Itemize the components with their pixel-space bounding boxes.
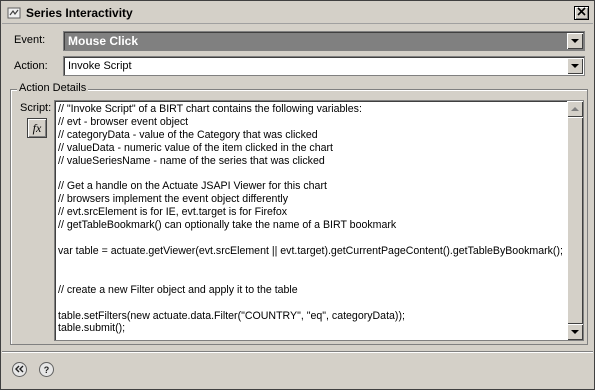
script-line: table.setFilters(new actuate.data.Filter… <box>58 309 405 322</box>
script-editor[interactable]: // "Invoke Script" of a BIRT chart conta… <box>54 100 584 341</box>
action-label: Action: <box>14 60 48 72</box>
script-line <box>58 297 563 310</box>
event-dropdown-button[interactable] <box>567 33 583 49</box>
help-button[interactable]: ? <box>39 362 54 377</box>
vertical-scrollbar[interactable] <box>567 101 583 340</box>
close-button[interactable] <box>574 6 589 20</box>
chevron-down-icon <box>571 60 579 72</box>
arrow-up-icon <box>571 103 579 115</box>
script-line: var table = actuate.getViewer(evt.srcEle… <box>58 244 563 257</box>
script-line: // Get a handle on the Actuate JSAPI Vie… <box>58 180 327 193</box>
arrow-down-icon <box>571 326 579 338</box>
back-button[interactable] <box>12 362 27 377</box>
close-icon <box>577 7 586 19</box>
double-chevron-left-icon <box>15 365 24 375</box>
footer-separator <box>2 351 593 353</box>
expression-builder-button[interactable]: fx <box>27 118 47 138</box>
action-details-title: Action Details <box>17 82 89 94</box>
action-value: Invoke Script <box>68 60 132 72</box>
action-details-group: Action Details Script: fx // "Invoke Scr… <box>10 82 588 345</box>
script-line: // valueData - numeric value of the item… <box>58 141 333 154</box>
scroll-down-button[interactable] <box>567 324 583 340</box>
script-line: table.submit(); <box>58 322 126 335</box>
script-line: // getTableBookmark() can optionally tak… <box>58 219 397 232</box>
script-line <box>58 271 563 284</box>
series-interactivity-dialog: Series Interactivity Event: Mouse Click … <box>0 0 595 390</box>
script-text[interactable]: // "Invoke Script" of a BIRT chart conta… <box>58 103 563 335</box>
title-bar: Series Interactivity <box>2 2 593 24</box>
script-line: // "Invoke Script" of a BIRT chart conta… <box>58 103 362 115</box>
action-dropdown-button[interactable] <box>567 58 583 74</box>
script-line <box>58 258 563 271</box>
chevron-down-icon <box>571 35 579 47</box>
event-combo[interactable]: Mouse Click <box>63 31 585 51</box>
script-line: // valueSeriesName - name of the series … <box>58 154 325 167</box>
help-icon: ? <box>43 364 50 375</box>
script-label: Script: <box>20 102 52 114</box>
event-label: Event: <box>14 34 46 46</box>
script-line: // evt - browser event object <box>58 115 189 128</box>
script-line: // browsers implement the event object d… <box>58 193 289 206</box>
script-line: // evt.srcElement is for IE, evt.target … <box>58 206 288 219</box>
fx-icon: fx <box>32 120 42 135</box>
scroll-thumb[interactable] <box>567 117 583 324</box>
scroll-up-button[interactable] <box>567 101 583 117</box>
script-line <box>58 232 563 245</box>
series-interactivity-icon <box>7 6 21 20</box>
script-line <box>58 168 563 181</box>
script-line: // create a new Filter object and apply … <box>58 283 298 296</box>
action-combo[interactable]: Invoke Script <box>63 56 585 76</box>
script-line: // categoryData - value of the Category … <box>58 128 318 141</box>
event-value: Mouse Click <box>68 34 139 48</box>
window-title: Series Interactivity <box>26 6 133 20</box>
